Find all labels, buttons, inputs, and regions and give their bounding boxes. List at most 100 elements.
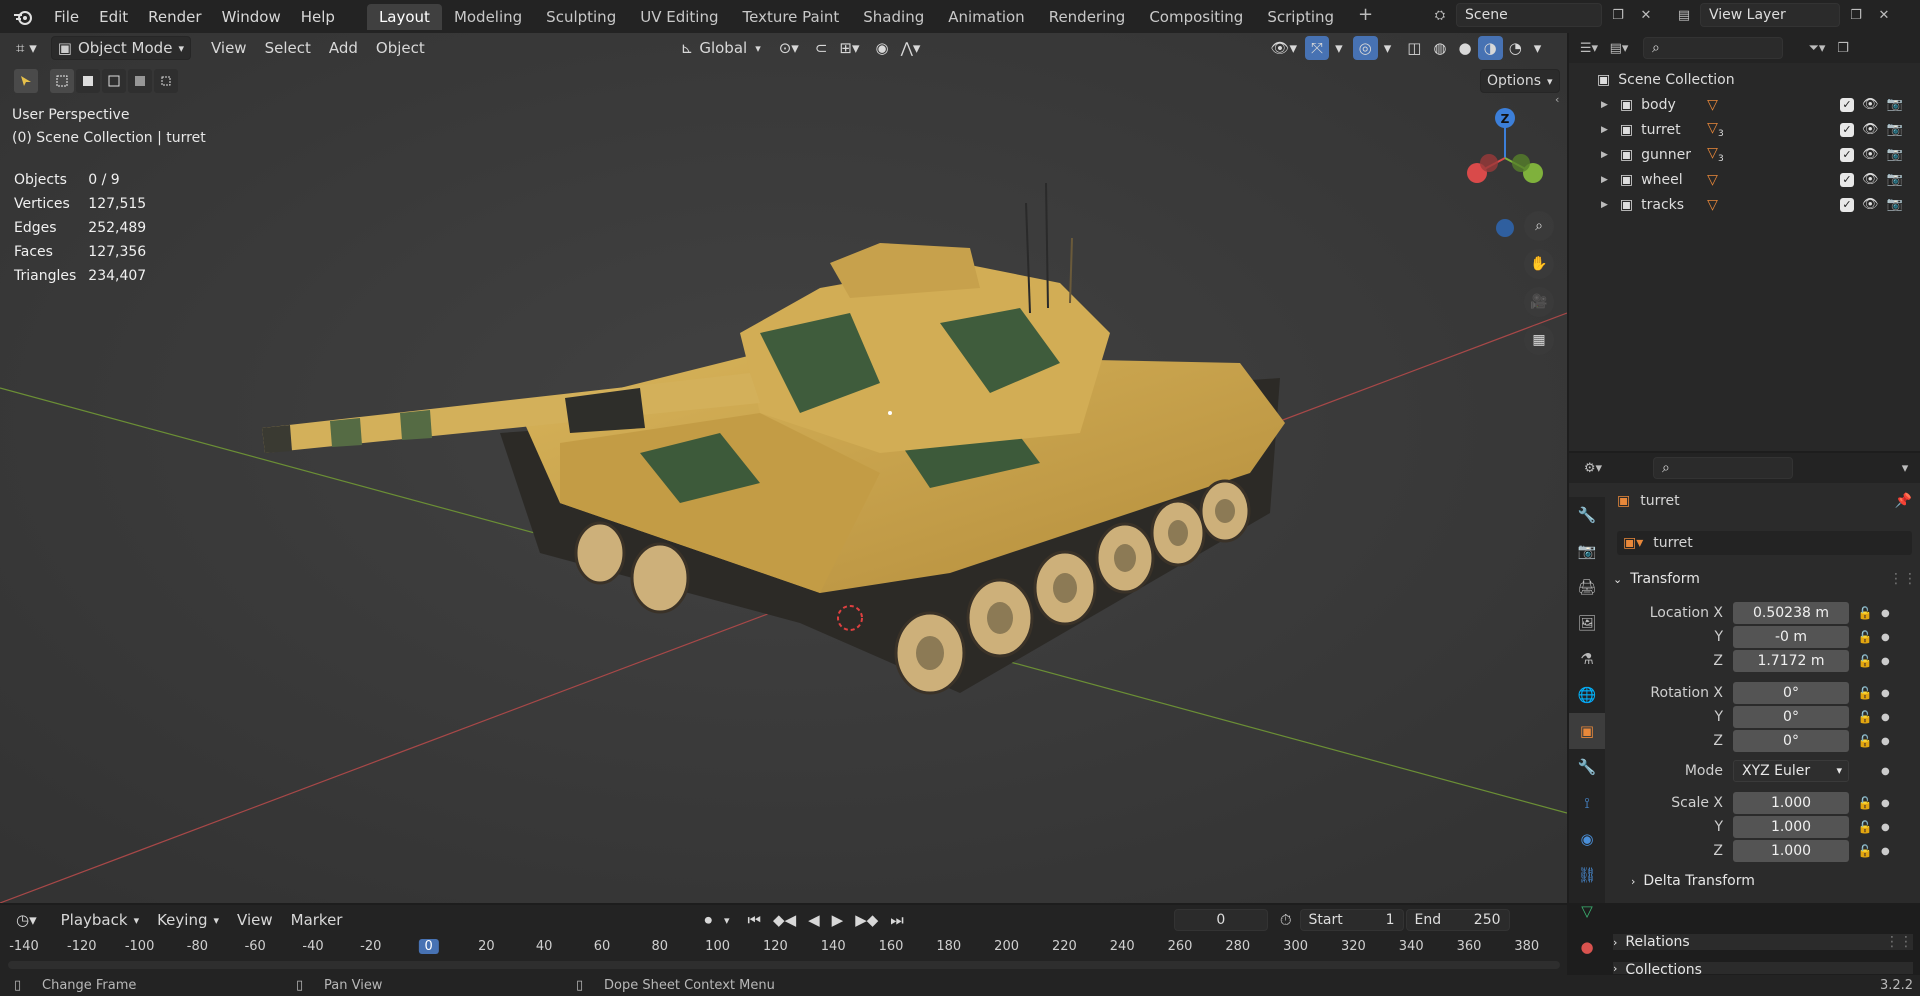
mesh-data-icon[interactable]: ▽3 [1707,145,1724,164]
keyframe-dot-icon[interactable]: ● [1881,656,1891,667]
sidebar-toggle-icon[interactable]: ‹ [1555,93,1559,106]
collections-section-header[interactable]: › Collections [1613,962,1913,974]
chevron-down-icon[interactable]: ▾ [1378,36,1398,60]
camera-icon[interactable]: 📷 [1887,122,1903,137]
menu-object[interactable]: Object [370,36,431,60]
select-intersect-icon[interactable] [154,69,178,93]
view-layer-tab-icon[interactable]: 🖼 [1569,605,1605,641]
relations-section-header[interactable]: › Relations ⋮⋮ [1613,934,1913,950]
lock-icon[interactable]: 🔓 [1857,710,1873,724]
blender-logo-icon[interactable] [10,4,36,30]
location-y-field[interactable]: -0 m [1733,626,1849,648]
rotation-z-field[interactable]: 0° [1733,730,1849,752]
exclude-checkbox[interactable]: ✓ [1840,97,1854,112]
visibility-icon[interactable]: 👁▾ [1264,36,1303,60]
menu-help[interactable]: Help [291,8,345,26]
expand-arrow-icon[interactable]: ▶ [1601,150,1608,160]
lock-icon[interactable]: 🔓 [1857,606,1873,620]
scene-tab-icon[interactable]: ⚗ [1569,641,1605,677]
select-invert-icon[interactable] [128,69,152,93]
scene-icon[interactable]: ⛭ [1428,3,1452,27]
rotation-x-field[interactable]: 0° [1733,682,1849,704]
menu-add[interactable]: Add [323,36,364,60]
outliner-item-wheel[interactable]: ▶ ▣ wheel ▽ ✓ 👁 📷 [1569,167,1920,192]
outliner-item-gunner[interactable]: ▶ ▣ gunner ▽3 ✓ 👁 📷 [1569,142,1920,167]
ortho-grid-icon[interactable]: ▦ [1524,325,1554,355]
mesh-data-icon[interactable]: ▽3 [1707,120,1724,139]
tab-sculpting[interactable]: Sculpting [534,4,628,30]
select-subtract-icon[interactable] [102,69,126,93]
transform-section-header[interactable]: ⌄ Transform ⋮⋮ [1613,571,1917,587]
keyframe-dot-icon[interactable]: ● [1881,822,1891,833]
eye-icon[interactable]: 👁 [1862,172,1879,187]
tab-animation[interactable]: Animation [936,4,1036,30]
eye-icon[interactable]: 👁 [1862,147,1879,162]
exclude-checkbox[interactable]: ✓ [1840,197,1854,212]
outliner-scene-collection[interactable]: ▣ Scene Collection [1569,67,1920,92]
select-new-icon[interactable] [50,69,74,93]
location-z-field[interactable]: 1.7172 m [1733,650,1849,672]
lock-icon[interactable]: 🔓 [1857,796,1873,810]
orientation-dropdown[interactable]: ⊾ Global ▾ [675,36,767,60]
lock-icon[interactable]: 🔓 [1857,844,1873,858]
display-mode-icon[interactable]: ▤▾ [1607,36,1631,60]
drag-handle-icon[interactable]: ⋮⋮ [1885,934,1913,950]
chevron-down-icon[interactable]: ▾ [1329,36,1349,60]
tab-layout[interactable]: Layout [366,3,442,30]
material-preview-shading-icon[interactable]: ◑ [1477,36,1503,60]
camera-view-icon[interactable]: 🎥 [1524,287,1554,317]
menu-render[interactable]: Render [138,8,211,26]
lock-icon[interactable]: 🔓 [1857,654,1873,668]
mode-dropdown[interactable]: ▣ Object Mode ▾ [50,36,191,60]
gizmo-toggle-icon[interactable]: ⤧ [1305,36,1330,60]
expand-arrow-icon[interactable]: ▶ [1601,125,1608,135]
menu-edit[interactable]: Edit [89,8,138,26]
keyframe-dot-icon[interactable]: ● [1881,688,1891,699]
new-scene-icon[interactable]: ❐ [1606,3,1630,27]
location-x-field[interactable]: 0.50238 m [1733,602,1849,624]
falloff-icon[interactable]: ⋀▾ [895,36,927,60]
mesh-data-icon[interactable]: ▽ [1707,197,1718,213]
expand-arrow-icon[interactable]: ▶ [1601,200,1608,210]
delta-transform-section[interactable]: › Delta Transform [1631,873,1755,889]
camera-icon[interactable]: 📷 [1887,197,1903,212]
rotation-mode-dropdown[interactable]: XYZ Euler ▾ [1733,760,1849,782]
tab-modeling[interactable]: Modeling [442,4,534,30]
3d-viewport[interactable]: ⌗ ▾ ▣ Object Mode ▾ View Select Add Obje… [0,33,1567,903]
exclude-checkbox[interactable]: ✓ [1840,122,1854,137]
menu-view[interactable]: View [205,36,253,60]
outliner-item-tracks[interactable]: ▶ ▣ tracks ▽ ✓ 👁 📷 [1569,192,1920,217]
menu-file[interactable]: File [44,8,89,26]
filter-icon[interactable]: ⏷▾ [1805,36,1829,60]
new-collection-icon[interactable]: ❐ [1831,36,1855,60]
tab-scripting[interactable]: Scripting [1255,4,1346,30]
delete-view-layer-icon[interactable]: ✕ [1872,3,1896,27]
exclude-checkbox[interactable]: ✓ [1840,147,1854,162]
keyframe-dot-icon[interactable]: ● [1881,736,1891,747]
delete-scene-icon[interactable]: ✕ [1634,3,1658,27]
object-datablock-field[interactable]: ▣▾ turret [1617,531,1912,555]
data-tab-icon[interactable]: ▽ [1569,893,1605,929]
new-view-layer-icon[interactable]: ❐ [1844,3,1868,27]
wireframe-shading-icon[interactable]: ◍ [1427,36,1452,60]
eye-icon[interactable]: 👁 [1862,97,1879,112]
options-dropdown[interactable]: Options ▾ [1480,69,1560,93]
camera-icon[interactable]: 📷 [1887,147,1903,162]
physics-tab-icon[interactable]: ◉ [1569,821,1605,857]
tab-texture-paint[interactable]: Texture Paint [730,4,851,30]
tool-tab-icon[interactable]: 🔧 [1569,497,1605,533]
outliner-item-turret[interactable]: ▶ ▣ turret ▽3 ✓ 👁 📷 [1569,117,1920,142]
view-layer-field[interactable]: View Layer [1700,3,1840,27]
eye-icon[interactable]: 👁 [1862,122,1879,137]
chevron-down-icon[interactable]: ▾ [1528,36,1548,60]
keyframe-dot-icon[interactable]: ● [1881,798,1891,809]
scale-z-field[interactable]: 1.000 [1733,840,1849,862]
exclude-checkbox[interactable]: ✓ [1840,172,1854,187]
xray-toggle-icon[interactable]: ◫ [1401,36,1427,60]
lock-icon[interactable]: 🔓 [1857,630,1873,644]
mesh-data-icon[interactable]: ▽ [1707,97,1718,113]
outliner-search-input[interactable]: ⌕ [1643,37,1783,59]
lock-icon[interactable]: 🔓 [1857,820,1873,834]
modifier-tab-icon[interactable]: 🔧 [1569,749,1605,785]
tab-rendering[interactable]: Rendering [1037,4,1138,30]
